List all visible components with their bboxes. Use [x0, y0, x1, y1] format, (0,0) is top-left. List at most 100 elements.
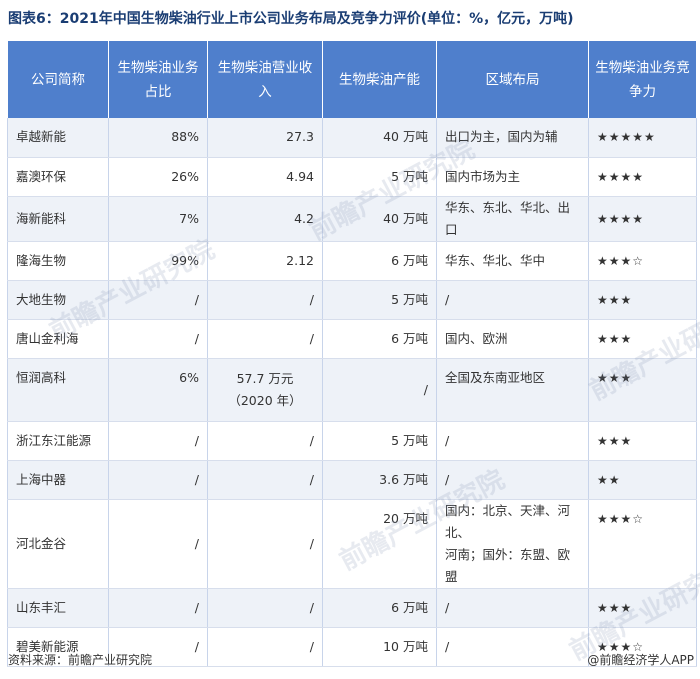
cell-stars: ★★★ — [588, 280, 697, 320]
cell-capacity: 6 万吨 — [322, 319, 437, 359]
cell-capacity-text: 6 万吨 — [391, 599, 428, 615]
cell-company-text: 卓越新能 — [16, 129, 67, 145]
table-row: 山东丰汇 / / 6 万吨 / ★★★ — [7, 588, 697, 628]
table-row: 卓越新能 88% 27.3 40 万吨 出口为主，国内为辅 ★★★★★ — [7, 118, 697, 158]
cell-region: / — [436, 588, 589, 628]
cell-revenue-text: 4.94 — [286, 168, 314, 184]
cell-share-text: 99% — [171, 252, 199, 268]
cell-capacity-text: 20 万吨 — [383, 510, 428, 526]
cell-revenue: / — [207, 421, 323, 461]
cell-stars: ★★★ — [588, 358, 697, 422]
cell-stars: ★★★ — [588, 588, 697, 628]
cell-region-text: 国内：北京、天津、河北、 — [445, 502, 571, 540]
cell-company-text: 上海中器 — [16, 471, 67, 487]
cell-revenue-text: 4.2 — [294, 210, 314, 226]
cell-capacity-text: 10 万吨 — [383, 638, 428, 654]
cell-capacity-text: 6 万吨 — [391, 252, 428, 268]
cell-share: / — [108, 421, 208, 461]
cell-company: 海新能科 — [7, 196, 109, 242]
competition-table: 公司简称 生物柴油业务占比 生物柴油营业收入 生物柴油产能 区域布局 生物柴油业… — [7, 41, 697, 667]
cell-company-text: 隆海生物 — [16, 252, 67, 268]
cell-revenue-text: / — [309, 291, 314, 307]
cell-share: 88% — [108, 118, 208, 158]
cell-stars: ★★★★ — [588, 157, 697, 197]
cell-share-text: 26% — [171, 168, 199, 184]
cell-revenue: 57.7 万元 （2020 年） — [207, 358, 323, 422]
cell-region: 国内市场为主 — [436, 157, 589, 197]
cell-company-text: 大地生物 — [16, 291, 67, 307]
cell-revenue: 4.94 — [207, 157, 323, 197]
cell-region: 国内、欧洲 — [436, 319, 589, 359]
cell-region-text: 国内、欧洲 — [445, 330, 508, 346]
header-region: 区域布局 — [436, 41, 589, 118]
cell-stars: ★★ — [588, 460, 697, 500]
cell-revenue: / — [207, 280, 323, 320]
cell-region-text: / — [445, 638, 450, 654]
cell-company: 嘉澳环保 — [7, 157, 109, 197]
cell-stars: ★★★ — [588, 319, 697, 359]
cell-capacity: 20 万吨 — [322, 499, 437, 589]
cell-revenue-text: / — [309, 330, 314, 346]
cell-region: / — [436, 421, 589, 461]
cell-stars-text: ★★★★ — [597, 211, 645, 226]
cell-company: 唐山金利海 — [7, 319, 109, 359]
cell-share-text: / — [194, 535, 199, 551]
cell-stars-text: ★★★ — [597, 331, 633, 346]
cell-revenue-text: / — [309, 471, 314, 487]
cell-revenue-text: 27.3 — [286, 129, 314, 145]
table-row: 唐山金利海 / / 6 万吨 国内、欧洲 ★★★ — [7, 319, 697, 359]
header-revenue: 生物柴油营业收入 — [207, 41, 323, 118]
cell-share-text: / — [194, 330, 199, 346]
cell-capacity: / — [322, 358, 437, 422]
cell-revenue-text: 2.12 — [286, 252, 314, 268]
cell-share: / — [108, 460, 208, 500]
header-capacity: 生物柴油产能 — [322, 41, 437, 118]
cell-region: 出口为主，国内为辅 — [436, 118, 589, 158]
cell-stars-text: ★★★☆ — [597, 253, 645, 268]
cell-region: 华东、东北、华北、出口 — [436, 196, 589, 242]
cell-capacity-text: 6 万吨 — [391, 330, 428, 346]
cell-capacity: 3.6 万吨 — [322, 460, 437, 500]
cell-stars: ★★★★ — [588, 196, 697, 242]
cell-company-text: 山东丰汇 — [16, 599, 67, 615]
cell-region-text: / — [445, 432, 450, 448]
cell-revenue: / — [207, 460, 323, 500]
header-company: 公司简称 — [7, 41, 109, 118]
cell-revenue: 4.2 — [207, 196, 323, 242]
cell-capacity-text: 5 万吨 — [391, 291, 428, 307]
cell-share: / — [108, 499, 208, 589]
cell-stars: ★★★☆ — [588, 499, 697, 589]
cell-region: / — [436, 627, 589, 667]
cell-region: / — [436, 460, 589, 500]
table-header-row: 公司简称 生物柴油业务占比 生物柴油营业收入 生物柴油产能 区域布局 生物柴油业… — [7, 41, 697, 118]
cell-capacity: 5 万吨 — [322, 421, 437, 461]
cell-share: / — [108, 319, 208, 359]
cell-region-text: 全国及东南亚地区 — [445, 369, 546, 385]
cell-company: 河北金谷 — [7, 499, 109, 589]
cell-region: 国内：北京、天津、河北、 河南；国外：东盟、欧盟 — [436, 499, 589, 589]
cell-stars: ★★★☆ — [588, 241, 697, 281]
cell-revenue: / — [207, 588, 323, 628]
cell-share-text: / — [194, 599, 199, 615]
cell-region-text: / — [445, 599, 450, 615]
table-row: 隆海生物 99% 2.12 6 万吨 华东、华北、华中 ★★★☆ — [7, 241, 697, 281]
cell-region-text: 华东、华北、华中 — [445, 252, 546, 268]
cell-share-text: / — [194, 638, 199, 654]
cell-company: 卓越新能 — [7, 118, 109, 158]
table-row: 海新能科 7% 4.2 40 万吨 华东、东北、华北、出口 ★★★★ — [7, 196, 697, 242]
cell-region-text: / — [445, 471, 450, 487]
cell-revenue: 2.12 — [207, 241, 323, 281]
table-row: 浙江东江能源 / / 5 万吨 / ★★★ — [7, 421, 697, 461]
cell-revenue-text: / — [309, 432, 314, 448]
cell-company-text: 浙江东江能源 — [16, 432, 92, 448]
cell-capacity-text: / — [423, 381, 428, 397]
table-row: 恒润高科 6% 57.7 万元 （2020 年） / 全国及东南亚地区 ★★★ — [7, 358, 697, 422]
cell-region-text: 出口为主，国内为辅 — [445, 129, 558, 145]
page-title: 图表6：2021年中国生物柴油行业上市公司业务布局及竞争力评价(单位：%，亿元，… — [8, 11, 574, 27]
cell-stars-text: ★★★ — [597, 292, 633, 307]
cell-region: 全国及东南亚地区 — [436, 358, 589, 422]
cell-stars-text: ★★ — [597, 472, 621, 487]
table-row: 河北金谷 //20 万吨 国内：北京、天津、河北、 河南；国外：东盟、欧盟 ★★★☆ — [7, 499, 697, 589]
cell-revenue-text-2: （2020 年） — [228, 392, 302, 408]
cell-company: 山东丰汇 — [7, 588, 109, 628]
